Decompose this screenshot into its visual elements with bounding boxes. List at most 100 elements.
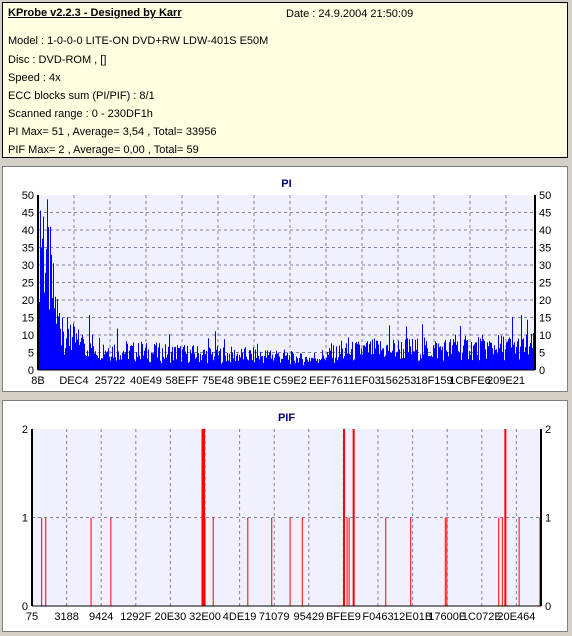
pi-bar: [406, 326, 407, 370]
pi-bar: [403, 349, 404, 370]
pi-bar: [380, 341, 381, 370]
pi-bar: [193, 345, 194, 370]
pi-bar: [253, 347, 254, 370]
pi-bar: [92, 334, 93, 370]
pi-bar: [385, 355, 386, 370]
pif-bar: [90, 517, 92, 606]
pi-bar: [389, 325, 390, 370]
pi-bar: [331, 343, 332, 370]
pi-bar: [469, 351, 470, 370]
pi-bar: [39, 302, 40, 370]
pi-bar: [343, 358, 344, 370]
pi-bar: [506, 342, 507, 370]
pi-bar: [323, 355, 324, 370]
pi-bar: [262, 355, 263, 370]
pi-bar: [476, 342, 477, 370]
pi-bar: [311, 357, 312, 370]
pi-bar: [72, 337, 73, 370]
pi-bar: [100, 359, 101, 370]
x-tick-label: 58EFF: [165, 375, 198, 387]
pi-bar: [122, 353, 123, 370]
pi-bar: [422, 324, 423, 370]
pi-bar: [116, 360, 117, 370]
pi-bar: [289, 355, 290, 370]
pi-bar: [67, 317, 68, 370]
pi-bar: [355, 343, 356, 370]
pi-bar: [365, 346, 366, 370]
pi-bar: [64, 354, 65, 370]
x-tick-label: 156253: [380, 375, 417, 387]
pi-bar: [84, 343, 85, 370]
pi-bar: [470, 354, 471, 370]
pi-bar: [384, 356, 385, 370]
pi-bar: [478, 337, 479, 370]
pi-bar: [85, 355, 86, 370]
pi-bar: [173, 360, 174, 370]
pi-bar: [189, 361, 190, 370]
pi-bar: [336, 346, 337, 370]
pi-bar: [531, 333, 532, 370]
pi-bar: [530, 343, 531, 370]
pi-bar: [208, 338, 209, 370]
pi-bar: [198, 353, 199, 370]
pi-bar: [409, 339, 410, 370]
pi-bar: [177, 345, 178, 370]
pi-bar: [104, 354, 105, 370]
pi-bar: [439, 347, 440, 370]
pi-bar: [328, 354, 329, 370]
pi-bar: [352, 342, 353, 370]
pi-bar: [371, 354, 372, 370]
pi-bar: [509, 337, 510, 370]
pi-bar: [405, 339, 406, 370]
pi-bar: [349, 353, 350, 370]
pi-bar: [224, 339, 225, 370]
pi-bar: [459, 352, 460, 370]
pi-bar: [197, 346, 198, 370]
pi-bar: [231, 346, 232, 370]
pi-bar: [417, 338, 418, 370]
pi-bar: [303, 365, 304, 370]
pi-bar: [41, 247, 42, 370]
pi-bar: [399, 349, 400, 370]
pi-bar: [495, 350, 496, 370]
pi-bar: [48, 227, 49, 370]
pi-chart: PI0 05 510 1015 1520 2025 2530 3035 3540 4045 4550…: [22, 178, 552, 387]
pi-bar: [415, 339, 416, 370]
pi-bar: [395, 356, 396, 370]
pi-bar: [255, 349, 256, 370]
pi-bar: [267, 350, 268, 370]
pi-bar: [285, 355, 286, 370]
x-tick-label: 9424: [89, 611, 113, 623]
pi-bar: [134, 359, 135, 370]
pi-bar: [201, 360, 202, 370]
x-tick-label: 209E21: [487, 375, 525, 387]
pi-bar: [499, 348, 500, 370]
pi-bar: [248, 360, 249, 370]
pi-bar: [124, 353, 125, 370]
pi-bar: [522, 339, 523, 370]
pi-bar: [235, 361, 236, 370]
y-tick-label-left: 15: [22, 313, 34, 325]
pi-bar: [492, 348, 493, 370]
pi-bar: [126, 341, 127, 370]
pi-bar: [44, 292, 45, 370]
y-tick-label-right: 40: [539, 225, 551, 237]
pi-bar: [310, 361, 311, 370]
pi-bar: [359, 344, 360, 370]
y-tick-label-left: 30: [22, 260, 34, 272]
pi-bar: [433, 345, 434, 370]
y-tick-label-left: 2: [22, 424, 28, 436]
pi-bar: [490, 342, 491, 370]
pi-bar: [344, 355, 345, 370]
pi-bar: [105, 350, 106, 370]
x-tick-label: 11EF03: [343, 375, 381, 387]
pi-bar: [140, 359, 141, 370]
pi-bar: [250, 350, 251, 370]
pif-bar: [110, 517, 112, 606]
y-tick-label-right: 20: [539, 295, 551, 307]
pi-bar: [466, 340, 467, 370]
x-tick-label: 1292F: [120, 611, 151, 623]
pi-bar: [348, 337, 349, 370]
y-tick-label-right: 35: [539, 243, 551, 255]
pi-bar: [212, 351, 213, 370]
